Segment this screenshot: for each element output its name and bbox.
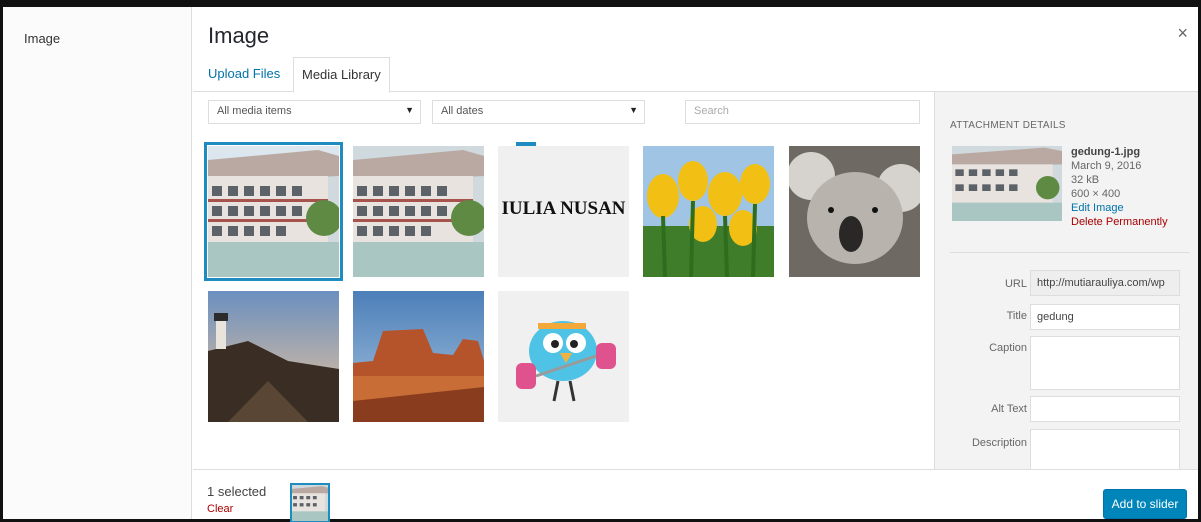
building-thumbnail [353,146,484,277]
bird-thumbnail [516,321,616,402]
add-to-slider-button[interactable]: Add to slider [1103,489,1187,519]
left-menu-panel: Image [3,7,192,519]
media-item-lighthouse[interactable] [208,291,339,422]
search-input[interactable]: Search [685,100,920,124]
modal-title: Image [208,23,270,48]
media-item-koala[interactable] [789,146,920,277]
media-item-building-1[interactable] [204,142,343,281]
description-field[interactable] [1030,429,1180,473]
lighthouse-thumbnail [208,291,339,422]
building-thumbnail [208,146,339,277]
desert-thumbnail [353,291,484,422]
tulips-thumbnail [643,146,774,277]
edit-image-link[interactable]: Edit Image [1071,201,1168,215]
delete-permanently-link[interactable]: Delete Permanently [1071,215,1168,229]
alt-text-label: Alt Text [991,403,1027,415]
modal-tabs: Upload Files Media Library [193,57,1198,93]
chevron-down-icon: ▼ [405,105,414,115]
attachment-info: gedung-1.jpg March 9, 2016 32 kB 600 × 4… [1071,145,1168,229]
clear-selection-link[interactable]: Clear [207,503,233,515]
chevron-down-icon: ▼ [629,105,638,115]
date-value: All dates [441,105,484,117]
alt-text-field[interactable] [1030,396,1180,422]
media-item-building-2[interactable] [353,146,484,277]
media-modal: Image × Upload Files Media Library All m… [193,7,1198,519]
caption-field[interactable] [1030,336,1180,390]
building-thumbnail [952,146,1062,221]
attachment-details-heading: ATTACHMENT DETAILS [950,120,1066,131]
url-label: URL [1004,278,1027,290]
attachment-size: 32 kB [1071,174,1100,186]
description-label: Description [971,437,1027,449]
media-item-logo[interactable]: IULIA NUSAN [498,146,629,277]
title-label: Title [1006,310,1027,322]
tab-media-library[interactable]: Media Library [293,57,390,93]
media-item-tulips[interactable] [643,146,774,277]
media-item-desert[interactable] [353,291,484,422]
media-type-value: All media items [217,105,292,117]
attachment-dimensions: 600 × 400 [1071,188,1121,200]
date-select[interactable]: All dates ▼ [432,100,645,124]
media-item-bird[interactable] [498,291,629,422]
attachment-filename: gedung-1.jpg [1071,146,1141,158]
selection-count: 1 selected [207,484,267,499]
attachment-details-panel: ATTACHMENT DETAILS gedung-1.jpg March 9,… [934,92,1198,473]
left-menu-title[interactable]: Image [24,31,60,46]
close-icon[interactable]: × [1177,23,1188,44]
caption-label: Caption [989,342,1027,354]
media-toolbar: 1 selected Clear Add to slider [193,469,1198,522]
attachment-date: March 9, 2016 [1071,160,1142,172]
koala-thumbnail [789,146,920,277]
divider [950,252,1190,253]
tab-upload-files[interactable]: Upload Files [200,57,288,92]
url-field[interactable]: http://mutiarauliya.com/wp [1030,270,1180,296]
attachment-preview [952,146,1062,221]
building-thumbnail [292,485,328,521]
media-type-select[interactable]: All media items ▼ [208,100,421,124]
title-field[interactable]: gedung [1030,304,1180,330]
logo-text: IULIA NUSAN [501,198,626,219]
selection-thumbnail[interactable] [290,483,330,522]
